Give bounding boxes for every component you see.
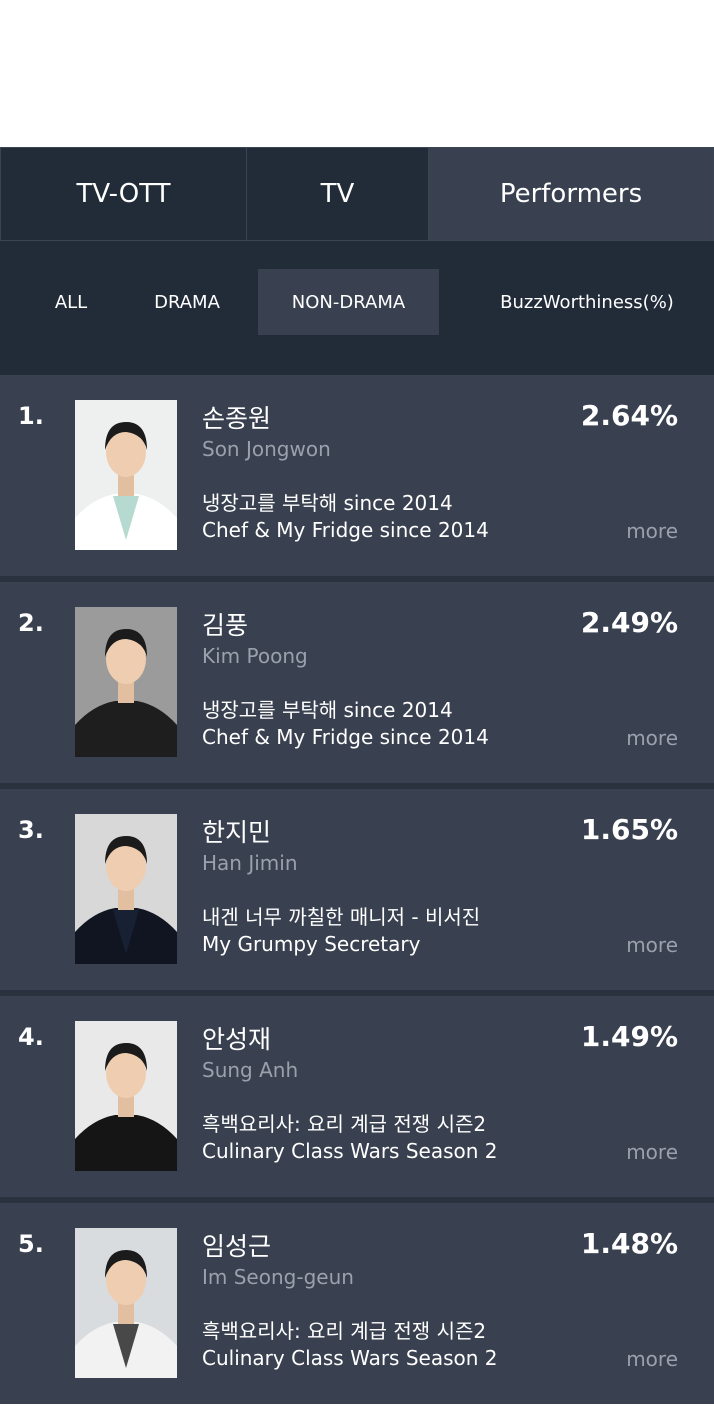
person-silhouette-icon xyxy=(75,1228,177,1378)
performer-name-english: Im Seong-geun xyxy=(202,1265,354,1289)
program-title-korean: 흑백요리사: 요리 계급 전쟁 시즌2 xyxy=(202,1112,487,1136)
buzz-percentage: 2.49% xyxy=(580,606,678,639)
rank-number: 5. xyxy=(18,1230,44,1258)
program-title-korean: 냉장고를 부탁해 since 2014 xyxy=(202,698,453,722)
rank-number: 3. xyxy=(18,816,44,844)
buzz-percentage: 2.64% xyxy=(580,399,678,432)
performer-name-korean: 손종원 xyxy=(202,404,272,433)
filter-non-drama[interactable]: NON-DRAMA xyxy=(258,269,439,335)
buzz-percentage: 1.49% xyxy=(580,1020,678,1053)
rank-number: 4. xyxy=(18,1023,44,1051)
performer-name-english: Son Jongwon xyxy=(202,437,331,461)
tab-tv-ott[interactable]: TV-OTT xyxy=(0,147,246,241)
metric-label: BuzzWorthiness(%) xyxy=(500,291,674,313)
ranking-row[interactable]: 2. 김풍 Kim Poong 냉장고를 부탁해 since 2014 Chef… xyxy=(0,582,714,783)
program-title-english: Culinary Class Wars Season 2 xyxy=(202,1139,498,1163)
more-link[interactable]: more xyxy=(626,519,678,543)
performer-name-korean: 안성재 xyxy=(202,1025,272,1054)
performer-photo xyxy=(75,607,177,757)
performer-photo xyxy=(75,1021,177,1171)
performer-name-korean: 임성근 xyxy=(202,1232,272,1261)
performer-photo xyxy=(75,814,177,964)
performer-photo xyxy=(75,400,177,550)
program-title-english: Culinary Class Wars Season 2 xyxy=(202,1346,498,1370)
performer-photo xyxy=(75,1228,177,1378)
person-silhouette-icon xyxy=(75,1021,177,1171)
program-title-korean: 내겐 너무 까칠한 매니저 - 비서진 xyxy=(202,905,481,929)
buzz-percentage: 1.65% xyxy=(580,813,678,846)
person-silhouette-icon xyxy=(75,814,177,964)
more-link[interactable]: more xyxy=(626,1140,678,1164)
program-title-korean: 냉장고를 부탁해 since 2014 xyxy=(202,491,453,515)
ranking-row[interactable]: 4. 안성재 Sung Anh 흑백요리사: 요리 계급 전쟁 시즌2 Culi… xyxy=(0,996,714,1197)
more-link[interactable]: more xyxy=(626,1347,678,1371)
performer-name-english: Sung Anh xyxy=(202,1058,299,1082)
more-link[interactable]: more xyxy=(626,933,678,957)
tab-tv[interactable]: TV xyxy=(246,147,428,241)
rank-number: 2. xyxy=(18,609,44,637)
category-tabs: TV-OTT TV Performers xyxy=(0,147,714,241)
program-title-english: Chef & My Fridge since 2014 xyxy=(202,725,489,749)
genre-filter-bar: ALL DRAMA NON-DRAMA BuzzWorthiness(%) xyxy=(0,241,714,375)
person-silhouette-icon xyxy=(75,607,177,757)
top-whitespace xyxy=(0,0,714,147)
tab-performers[interactable]: Performers xyxy=(428,147,714,241)
rank-number: 1. xyxy=(18,402,44,430)
program-title-korean: 흑백요리사: 요리 계급 전쟁 시즌2 xyxy=(202,1319,487,1343)
ranking-row[interactable]: 3. 한지민 Han Jimin 내겐 너무 까칠한 매니저 - 비서진 My … xyxy=(0,789,714,990)
more-link[interactable]: more xyxy=(626,726,678,750)
buzz-percentage: 1.48% xyxy=(580,1227,678,1260)
performer-name-korean: 김풍 xyxy=(202,611,249,640)
program-title-english: Chef & My Fridge since 2014 xyxy=(202,518,489,542)
performer-name-korean: 한지민 xyxy=(202,818,272,847)
program-title-english: My Grumpy Secretary xyxy=(202,932,421,956)
person-silhouette-icon xyxy=(75,400,177,550)
performer-name-english: Kim Poong xyxy=(202,644,308,668)
ranking-row[interactable]: 5. 임성근 Im Seong-geun 흑백요리사: 요리 계급 전쟁 시즌2… xyxy=(0,1203,714,1404)
filter-all[interactable]: ALL xyxy=(30,269,112,335)
performer-name-english: Han Jimin xyxy=(202,851,298,875)
ranking-row[interactable]: 1. 손종원 Son Jongwon 냉장고를 부탁해 since 2014 C… xyxy=(0,375,714,576)
filter-drama[interactable]: DRAMA xyxy=(128,269,246,335)
